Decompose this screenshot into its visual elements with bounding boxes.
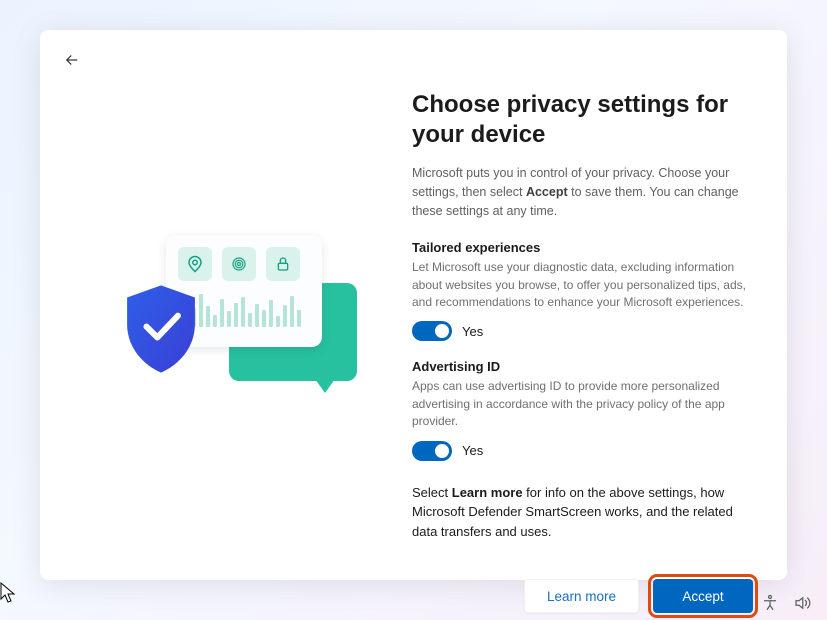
content-area: Choose privacy settings for your device … [40, 30, 787, 561]
footer-note: Select Learn more for info on the above … [412, 483, 749, 542]
advertising-toggle-label: Yes [462, 443, 483, 458]
advertising-desc: Apps can use advertising ID to provide m… [412, 378, 749, 430]
advertising-toggle-row: Yes [412, 441, 749, 461]
footer-bold: Learn more [452, 485, 523, 500]
tailored-desc: Let Microsoft use your diagnostic data, … [412, 259, 749, 311]
advertising-title: Advertising ID [412, 359, 749, 374]
learn-more-button[interactable]: Learn more [524, 579, 639, 613]
page-title: Choose privacy settings for your device [412, 90, 749, 150]
accept-button[interactable]: Accept [653, 579, 753, 613]
tailored-toggle-row: Yes [412, 321, 749, 341]
lock-icon [266, 247, 300, 281]
settings-pane: Choose privacy settings for your device … [407, 90, 757, 541]
oobe-card: Choose privacy settings for your device … [40, 30, 787, 580]
tailored-toggle[interactable] [412, 321, 452, 341]
volume-icon[interactable] [793, 594, 811, 612]
fingerprint-icon [222, 247, 256, 281]
page-intro: Microsoft puts you in control of your pr… [412, 164, 749, 220]
tailored-title: Tailored experiences [412, 240, 749, 255]
location-pin-icon [178, 247, 212, 281]
illustration-pane [70, 90, 407, 541]
privacy-illustration [124, 221, 354, 411]
taskbar-tray [761, 594, 811, 612]
shield-check-icon [122, 283, 200, 375]
action-bar: Learn more Accept [40, 561, 787, 620]
intro-bold: Accept [526, 185, 568, 199]
footer-pre: Select [412, 485, 452, 500]
tailored-toggle-label: Yes [462, 324, 483, 339]
accessibility-icon[interactable] [761, 594, 779, 612]
mouse-cursor-icon [0, 582, 16, 604]
back-button[interactable] [58, 46, 86, 74]
setting-tailored-experiences: Tailored experiences Let Microsoft use y… [412, 240, 749, 341]
setting-advertising-id: Advertising ID Apps can use advertising … [412, 359, 749, 460]
arrow-left-icon [63, 51, 81, 69]
advertising-toggle[interactable] [412, 441, 452, 461]
